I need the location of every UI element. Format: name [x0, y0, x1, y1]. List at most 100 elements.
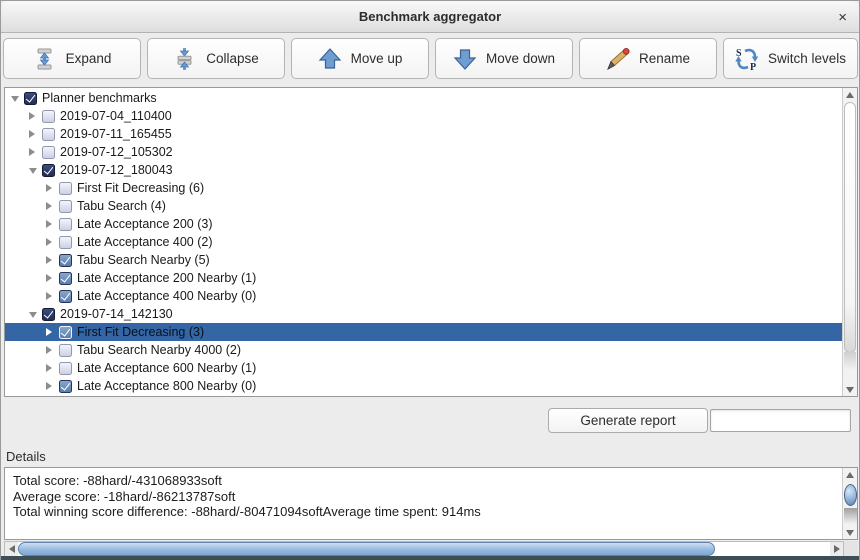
chevron-down-icon[interactable] — [29, 309, 37, 319]
details-line-winning-diff: Total winning score difference: -88hard/… — [13, 504, 837, 520]
scroll-track-shade — [844, 508, 857, 524]
tree-checkbox[interactable] — [59, 272, 72, 285]
chevron-right-icon[interactable] — [46, 363, 54, 373]
tree-row[interactable]: Late Acceptance 800 Nearby (0) — [5, 377, 842, 395]
tree-item-label: Late Acceptance 200 (3) — [77, 217, 213, 231]
tree-item-label: Late Acceptance 400 Nearby (0) — [77, 289, 256, 303]
tree-row[interactable]: Late Acceptance 400 Nearby (0) — [5, 287, 842, 305]
triangle-right-icon — [834, 545, 840, 553]
rename-button[interactable]: Rename — [579, 38, 717, 79]
chevron-right-icon[interactable] — [46, 327, 54, 337]
chevron-right-icon[interactable] — [46, 345, 54, 355]
scroll-thumb[interactable] — [18, 542, 715, 556]
tree-checkbox[interactable] — [59, 218, 72, 231]
horizontal-scrollbar[interactable] — [4, 541, 844, 557]
benchmark-tree: Planner benchmarks 2019-07-04_110400 201… — [4, 87, 858, 397]
tree-row[interactable]: Tabu Search (4) — [5, 197, 842, 215]
details-label: Details — [6, 449, 46, 464]
tree-row[interactable]: 2019-07-04_110400 — [5, 107, 842, 125]
tree-checkbox[interactable] — [24, 92, 37, 105]
title-bar: Benchmark aggregator × — [1, 1, 859, 33]
tree-checkbox[interactable] — [59, 326, 72, 339]
toolbar: Expand Collapse Move up Move down — [1, 35, 859, 85]
chevron-right-icon[interactable] — [29, 129, 37, 139]
expand-label: Expand — [66, 51, 112, 66]
scroll-right-button[interactable] — [830, 542, 843, 556]
switch-levels-button[interactable]: S P Switch levels — [723, 38, 858, 79]
tree-item-label: 2019-07-12_180043 — [60, 163, 173, 177]
tree-item-label: 2019-07-04_110400 — [60, 109, 172, 123]
chevron-right-icon[interactable] — [46, 273, 54, 283]
tree-row-planner-benchmarks[interactable]: Planner benchmarks — [5, 89, 842, 107]
tree-checkbox[interactable] — [59, 236, 72, 249]
close-icon[interactable]: × — [838, 1, 847, 33]
chevron-right-icon[interactable] — [46, 255, 54, 265]
move-up-button[interactable]: Move up — [291, 38, 429, 79]
scroll-down-button[interactable] — [843, 383, 857, 396]
tree-row[interactable]: Tabu Search Nearby 4000 (2) — [5, 341, 842, 359]
triangle-left-icon — [9, 545, 15, 553]
chevron-right-icon[interactable] — [46, 219, 54, 229]
tree-checkbox[interactable] — [42, 308, 55, 321]
chevron-down-icon[interactable] — [11, 93, 19, 103]
tree-vertical-scrollbar[interactable] — [842, 88, 857, 396]
tree-row-selected[interactable]: First Fit Decreasing (3) — [5, 323, 842, 341]
rename-label: Rename — [639, 51, 690, 66]
tree-row[interactable]: Late Acceptance 200 Nearby (1) — [5, 269, 842, 287]
tree-checkbox[interactable] — [59, 182, 72, 195]
triangle-up-icon — [846, 472, 854, 478]
tree-row[interactable]: 2019-07-11_165455 — [5, 125, 842, 143]
tree-checkbox[interactable] — [59, 362, 72, 375]
tree-checkbox[interactable] — [59, 200, 72, 213]
tree-checkbox[interactable] — [42, 110, 55, 123]
triangle-down-icon — [846, 387, 854, 393]
chevron-right-icon[interactable] — [29, 147, 37, 157]
tree-checkbox[interactable] — [42, 146, 55, 159]
triangle-down-icon — [846, 530, 854, 536]
chevron-right-icon[interactable] — [46, 237, 54, 247]
tree-row[interactable]: Late Acceptance 400 (2) — [5, 233, 842, 251]
generate-report-button[interactable]: Generate report — [548, 408, 708, 433]
chevron-right-icon[interactable] — [46, 183, 54, 193]
chevron-down-icon[interactable] — [29, 165, 37, 175]
tree-item-label: 2019-07-14_142130 — [60, 307, 173, 321]
tree-checkbox[interactable] — [42, 164, 55, 177]
scroll-left-button[interactable] — [5, 542, 18, 556]
scroll-thumb[interactable] — [844, 484, 857, 506]
tree-row[interactable]: Late Acceptance 200 (3) — [5, 215, 842, 233]
tree-item-label: First Fit Decreasing (6) — [77, 181, 204, 195]
scrollbar-corner — [844, 541, 858, 557]
tree-row[interactable]: 2019-07-12_180043 — [5, 161, 842, 179]
details-pane[interactable]: Total score: -88hard/-431068933soft Aver… — [4, 467, 858, 540]
details-vertical-scrollbar[interactable] — [842, 468, 857, 539]
scroll-up-button[interactable] — [843, 88, 857, 101]
tree-item-label: Late Acceptance 600 Nearby (1) — [77, 361, 256, 375]
chevron-right-icon[interactable] — [46, 381, 54, 391]
generate-report-label: Generate report — [580, 413, 675, 428]
tree-row[interactable]: Late Acceptance 600 Nearby (1) — [5, 359, 842, 377]
move-up-label: Move up — [351, 51, 403, 66]
move-down-button[interactable]: Move down — [435, 38, 573, 79]
details-line-average-score: Average score: -18hard/-86213787soft — [13, 489, 837, 505]
tree-item-label: First Fit Decreasing (3) — [77, 325, 204, 339]
tree-checkbox[interactable] — [42, 128, 55, 141]
chevron-right-icon[interactable] — [46, 201, 54, 211]
tree-item-label: Planner benchmarks — [42, 91, 157, 105]
tree-checkbox[interactable] — [59, 380, 72, 393]
collapse-button[interactable]: Collapse — [147, 38, 285, 79]
scroll-up-button[interactable] — [843, 468, 857, 481]
benchmark-aggregator-window: Benchmark aggregator × Expand Co — [0, 0, 860, 560]
scroll-down-button[interactable] — [843, 526, 857, 539]
tree-checkbox[interactable] — [59, 290, 72, 303]
tree-row[interactable]: Tabu Search Nearby (5) — [5, 251, 842, 269]
expand-button[interactable]: Expand — [3, 38, 141, 79]
chevron-right-icon[interactable] — [29, 111, 37, 121]
tree-row[interactable]: 2019-07-12_105302 — [5, 143, 842, 161]
tree-row[interactable]: 2019-07-14_142130 — [5, 305, 842, 323]
expand-icon — [33, 47, 57, 71]
tree-checkbox[interactable] — [59, 344, 72, 357]
tree-row[interactable]: First Fit Decreasing (6) — [5, 179, 842, 197]
tree-checkbox[interactable] — [59, 254, 72, 267]
scroll-thumb[interactable] — [844, 102, 856, 353]
chevron-right-icon[interactable] — [46, 291, 54, 301]
